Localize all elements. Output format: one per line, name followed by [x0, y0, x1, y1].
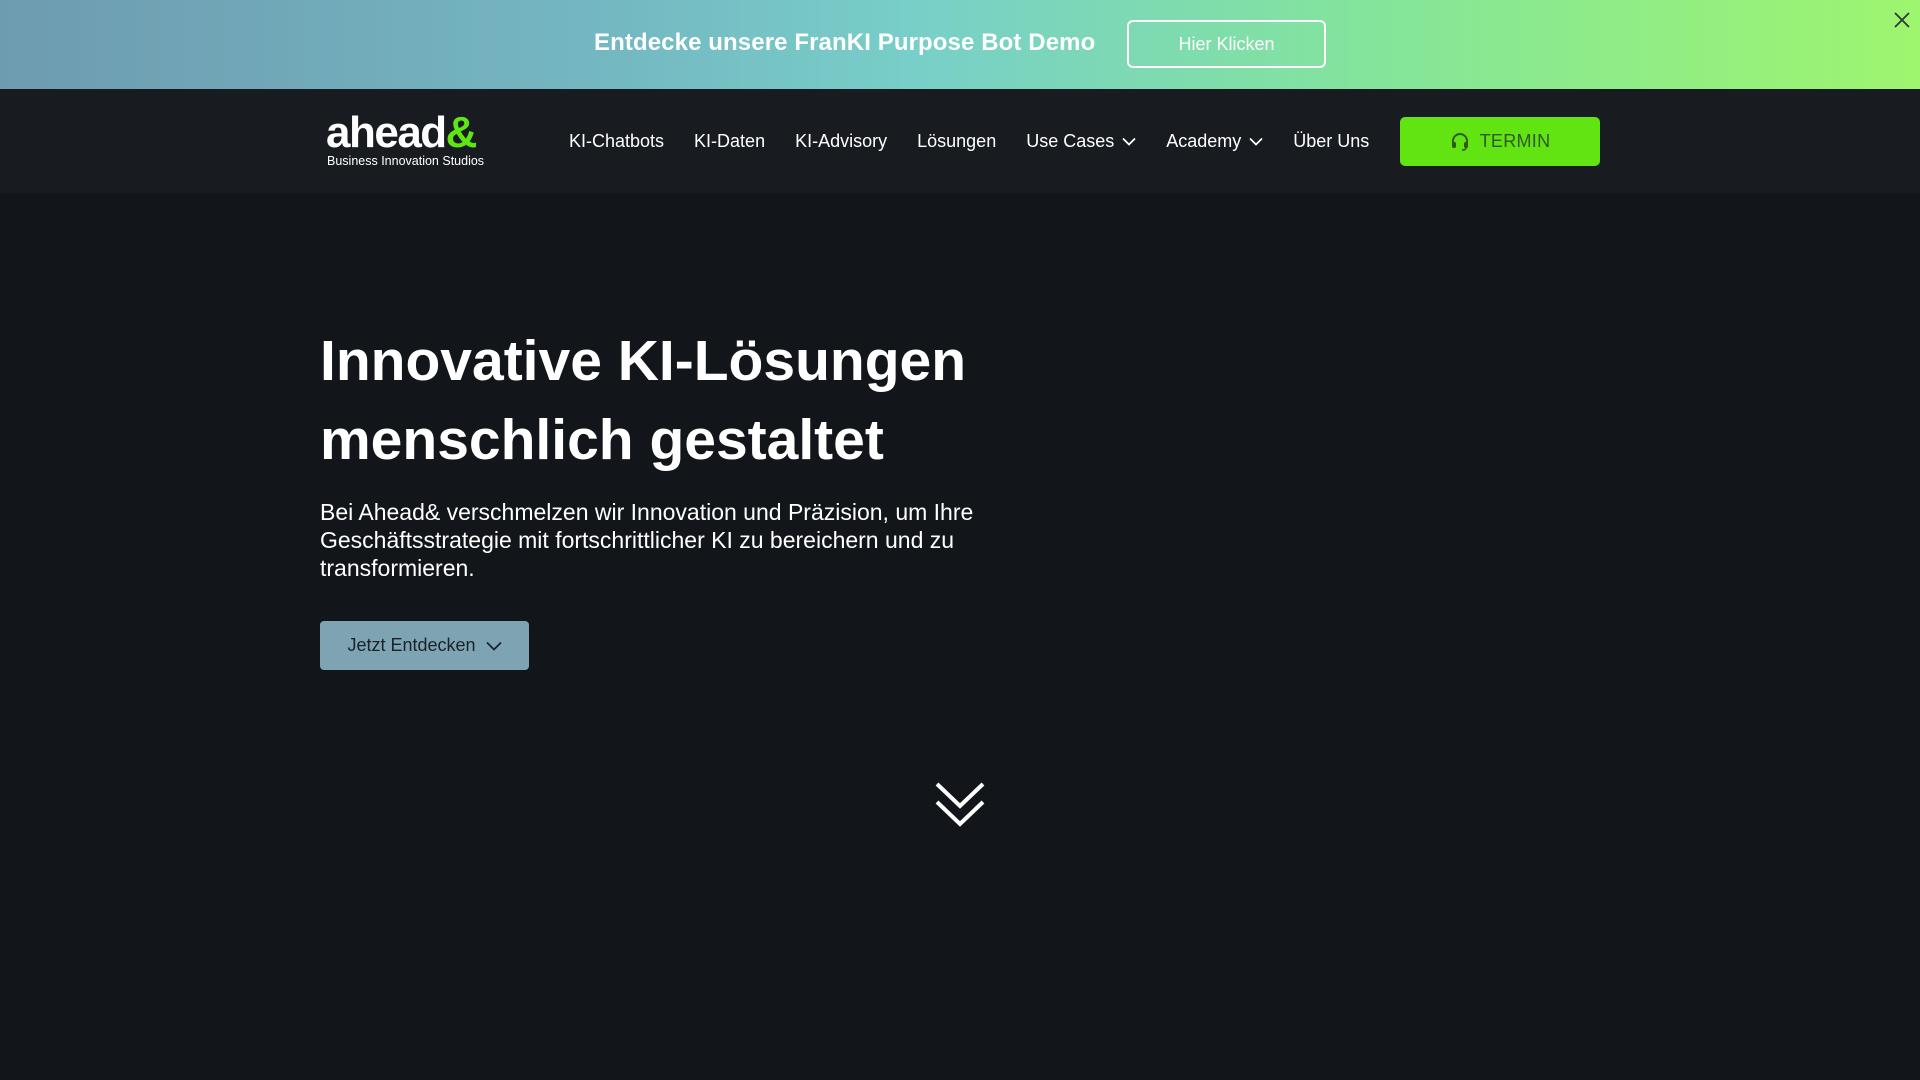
nav-item-academy[interactable]: Academy	[1166, 131, 1263, 152]
promo-cta-button[interactable]: Hier Klicken	[1127, 20, 1326, 68]
nav-item-loesungen[interactable]: Lösungen	[917, 131, 996, 152]
promo-text: Entdecke unsere FranKI Purpose Bot Demo	[594, 29, 1096, 56]
headset-icon	[1451, 132, 1468, 151]
double-chevron-down-icon[interactable]	[935, 782, 985, 828]
nav-item-use-cases[interactable]: Use Cases	[1026, 131, 1136, 152]
discover-label: Jetzt Entdecken	[347, 635, 476, 655]
nav-item-label: KI-Chatbots	[569, 130, 665, 151]
nav-menu: KI-Chatbots KI-Daten KI-Advisory Lösunge…	[569, 89, 1369, 193]
hero-title-line1: Innovative KI-Lösungen	[320, 329, 967, 393]
logo-subtitle: Business Innovation Studios	[327, 154, 485, 168]
nav-item-ueber-uns[interactable]: Über Uns	[1293, 131, 1369, 152]
hero-description: Bei Ahead& verschmelzen wir Innovation u…	[320, 499, 974, 581]
logo-ampersand: &	[445, 108, 478, 157]
close-icon[interactable]	[1892, 10, 1912, 30]
hero-title: Innovative KI-Lösungen menschlich gestal…	[320, 322, 1080, 480]
nav-item-label: Über Uns	[1293, 130, 1370, 151]
nav-item-label: KI-Daten	[694, 130, 766, 151]
nav-item-ki-advisory[interactable]: KI-Advisory	[795, 131, 887, 152]
main-navigation: ahead& Business Innovation Studios KI-Ch…	[0, 89, 1920, 193]
discover-button[interactable]: Jetzt Entdecken	[320, 621, 529, 670]
promo-banner: Entdecke unsere FranKI Purpose Bot Demo …	[0, 0, 1920, 89]
nav-item-ki-daten[interactable]: KI-Daten	[694, 131, 765, 152]
logo-wordmark: ahead&	[326, 108, 478, 157]
termin-button[interactable]: TERMIN	[1400, 117, 1600, 166]
nav-item-ki-chatbots[interactable]: KI-Chatbots	[569, 131, 664, 152]
chevron-down-icon	[1249, 137, 1263, 146]
nav-item-label: Use Cases	[1026, 130, 1115, 151]
chevron-down-icon	[485, 641, 502, 651]
hero-title-line2: menschlich gestaltet	[320, 408, 884, 472]
nav-item-label: Academy	[1166, 130, 1242, 151]
nav-item-label: KI-Advisory	[795, 130, 888, 151]
logo[interactable]: ahead& Business Innovation Studios	[326, 111, 496, 171]
chevron-down-icon	[1122, 137, 1136, 146]
nav-item-label: Lösungen	[917, 130, 997, 151]
termin-label: TERMIN	[1479, 131, 1551, 151]
logo-word: ahead	[326, 108, 447, 157]
